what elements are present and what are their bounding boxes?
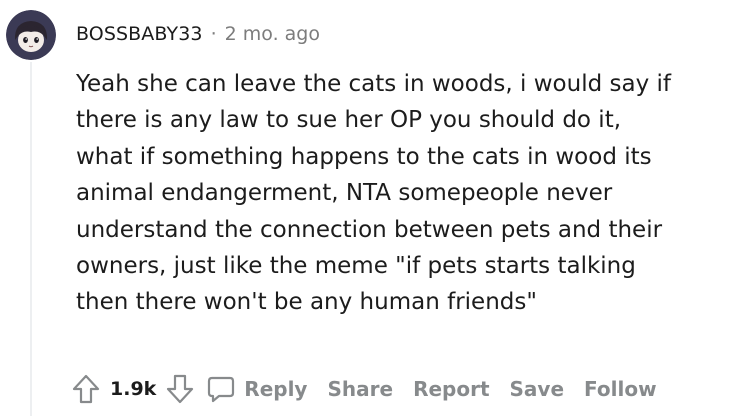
- reply-button[interactable]: Reply: [206, 374, 307, 404]
- comment-bubble-icon: [208, 376, 235, 403]
- comment-line: then there won't be any human friends": [76, 289, 537, 316]
- follow-button[interactable]: Follow: [584, 377, 657, 401]
- comment-actions: 1.9k Reply Share Report Save Follow: [68, 366, 657, 412]
- vote-score: 1.9k: [110, 378, 157, 400]
- comment-line: there is any law to sue her OP you shoul…: [76, 107, 622, 134]
- separator-dot: ·: [210, 23, 217, 45]
- comment-line: Yeah she can leave the cats in woods, i …: [76, 71, 671, 97]
- downvote-button[interactable]: [162, 369, 198, 409]
- save-button[interactable]: Save: [510, 377, 565, 401]
- share-button[interactable]: Share: [327, 377, 393, 401]
- report-button[interactable]: Report: [413, 377, 489, 401]
- comment-header: BOSSBABY33 · 2 mo. ago: [76, 21, 320, 47]
- comment-body: Yeah she can leave the cats in woods, i …: [76, 66, 726, 321]
- timestamp[interactable]: 2 mo. ago: [225, 23, 320, 45]
- thread-line[interactable]: [30, 62, 32, 416]
- downvote-arrow-icon: [167, 374, 194, 404]
- avatar-image: [6, 10, 56, 60]
- reply-label: Reply: [244, 377, 308, 401]
- comment-line: animal endangerment, NTA somepeople neve…: [76, 180, 613, 207]
- comment-line: what if something happens to the cats in…: [76, 143, 652, 170]
- comment-line: owners, just like the meme "if pets star…: [76, 253, 636, 280]
- upvote-arrow-icon: [72, 374, 100, 404]
- comment-line: understand the connection between pets a…: [76, 216, 663, 243]
- avatar[interactable]: [6, 10, 56, 60]
- upvote-button[interactable]: [68, 369, 104, 409]
- username[interactable]: BOSSBABY33: [76, 23, 203, 45]
